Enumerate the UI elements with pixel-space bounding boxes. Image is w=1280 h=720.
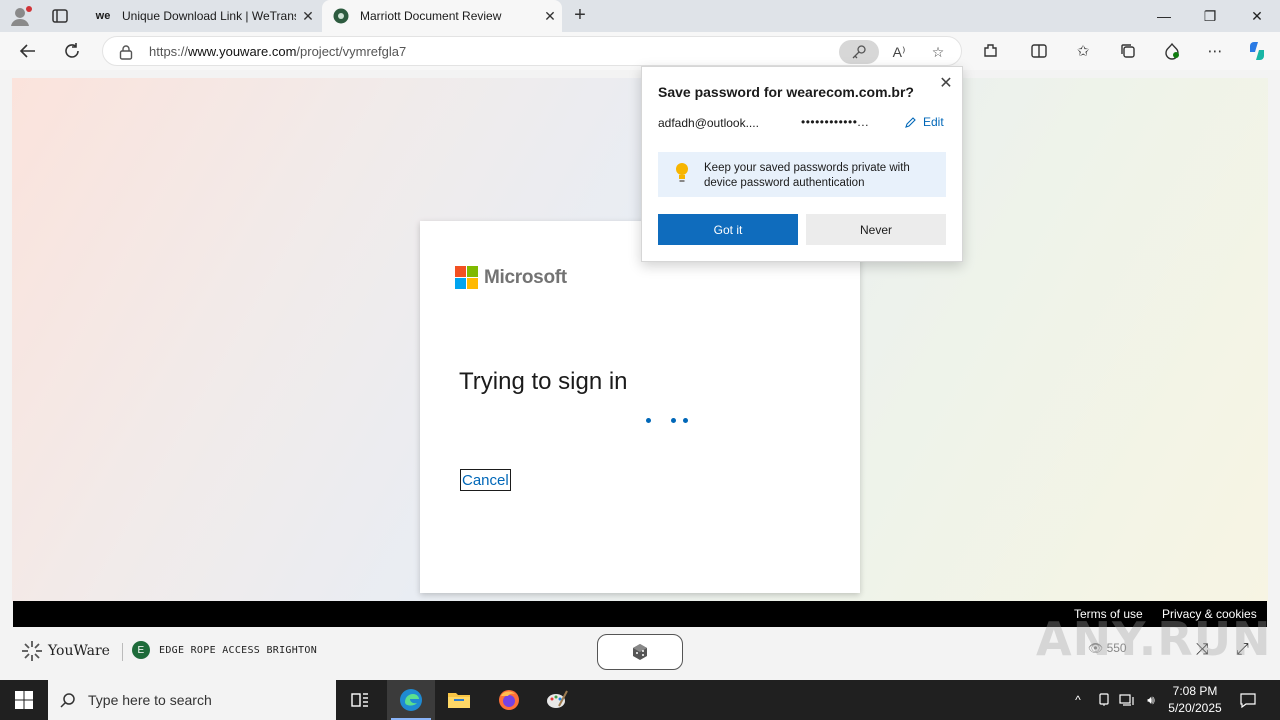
project-info[interactable]: E EDGE ROPE ACCESS BRIGHTON [132, 641, 317, 659]
close-tab-icon[interactable]: ✕ [538, 8, 562, 25]
copilot-icon[interactable] [1246, 40, 1268, 62]
close-icon[interactable]: ✕ [936, 73, 956, 93]
brand-name: Microsoft [484, 266, 567, 288]
volume-icon[interactable]: 🔊︎ [1141, 680, 1161, 720]
pencil-icon [905, 116, 916, 128]
refresh-icon[interactable] [59, 38, 85, 64]
new-tab-icon[interactable]: + [568, 4, 592, 28]
save-password-dialog: Save password for wearecom.com.br? ✕ adf… [641, 66, 963, 262]
paint-icon[interactable] [533, 680, 581, 720]
favorites-icon[interactable]: ✩ [1072, 40, 1094, 62]
clock-time: 7:08 PM [1172, 684, 1218, 698]
never-button[interactable]: Never [806, 214, 946, 245]
favorite-star-icon[interactable]: ☆ [928, 42, 948, 62]
address-bar[interactable]: https://www.youware.com/project/vymrefgl… [102, 36, 962, 66]
split-screen-icon[interactable] [1028, 40, 1050, 62]
got-it-button[interactable]: Got it [658, 214, 798, 245]
close-window-icon[interactable]: ✕ [1234, 0, 1280, 32]
divider [122, 643, 123, 661]
network-icon[interactable] [1117, 680, 1137, 720]
restore-icon[interactable]: ❐ [1187, 0, 1233, 32]
lightbulb-icon [674, 162, 690, 189]
youware-logo-text: YouWare [48, 643, 110, 659]
browser-essentials-icon[interactable] [1161, 40, 1183, 62]
dialog-title: Save password for wearecom.com.br? [658, 84, 914, 100]
firefox-icon[interactable] [485, 680, 533, 720]
page-title: Trying to sign in [459, 368, 628, 395]
anyrun-watermark: ANY.RUN [1036, 612, 1272, 666]
project-name: EDGE ROPE ACCESS BRIGHTON [159, 644, 318, 656]
cancel-button[interactable]: Cancel [460, 469, 511, 491]
sign-in-card: Microsoft Trying to sign in Cancel [420, 221, 860, 593]
notifications-icon[interactable] [1234, 680, 1262, 720]
microsoft-logo-icon [455, 266, 478, 289]
saved-username: adfadh@outlook.... [658, 116, 759, 130]
windows-taskbar: Type here to search ^ 🔊︎ 7:08 PM 5/20/20… [0, 680, 1280, 720]
file-explorer-icon[interactable] [435, 680, 483, 720]
more-options-icon[interactable]: ⋯ [1204, 40, 1226, 62]
saved-password-mask: ••••••••••••... [801, 115, 869, 129]
browser-toolbar: https://www.youware.com/project/vymrefgl… [0, 32, 1280, 70]
system-clock[interactable]: 7:08 PM 5/20/2025 [1160, 683, 1230, 717]
network-device-icon[interactable] [1094, 680, 1114, 720]
youware-logo-icon [22, 641, 42, 661]
project-avatar: E [132, 641, 150, 659]
minimize-icon[interactable]: ― [1141, 0, 1187, 32]
tip-text: Keep your saved passwords private with d… [704, 162, 910, 189]
microsoft-logo: Microsoft [455, 266, 567, 289]
loading-dots-icon [646, 418, 696, 424]
url-text[interactable]: https://www.youware.com/project/vymrefgl… [149, 44, 406, 59]
page-content: Microsoft Trying to sign in Cancel [12, 78, 1268, 602]
remix-button[interactable] [597, 634, 683, 670]
cube-icon [633, 644, 647, 660]
security-tip: Keep your saved passwords private with d… [658, 152, 946, 197]
tab-actions-icon[interactable] [50, 6, 70, 26]
close-tab-icon[interactable]: ✕ [296, 8, 320, 25]
edit-link[interactable]: Edit [904, 115, 944, 129]
tab-title: Marriott Document Review [360, 9, 502, 23]
edge-taskbar-icon[interactable] [387, 680, 435, 720]
youware-favicon-icon [332, 8, 350, 24]
search-placeholder: Type here to search [88, 692, 212, 708]
windows-start-icon[interactable] [0, 680, 48, 720]
tab-marriott-document-review[interactable]: Marriott Document Review ✕ [322, 0, 562, 32]
wetransfer-favicon-icon: we [95, 10, 111, 22]
title-bar: we Unique Download Link | WeTransfer ✕ M… [0, 0, 1280, 32]
taskbar-search-input[interactable]: Type here to search [48, 680, 336, 720]
youware-logo[interactable]: YouWare [20, 639, 110, 663]
back-arrow-icon[interactable] [15, 38, 41, 64]
tab-wetransfer[interactable]: we Unique Download Link | WeTransfer ✕ [84, 0, 320, 32]
show-hidden-icons-icon[interactable]: ^ [1068, 680, 1088, 720]
lock-icon[interactable] [119, 44, 133, 60]
collections-icon[interactable] [1117, 40, 1139, 62]
read-aloud-icon[interactable]: A⁾ [889, 42, 909, 62]
tab-title: Unique Download Link | WeTransfer [122, 9, 296, 23]
task-view-icon[interactable] [336, 680, 384, 720]
profile-avatar-icon[interactable] [8, 4, 34, 28]
password-key-icon[interactable] [839, 40, 879, 64]
extensions-icon[interactable] [980, 40, 1002, 62]
clock-date: 5/20/2025 [1168, 701, 1222, 715]
search-icon [48, 691, 88, 709]
